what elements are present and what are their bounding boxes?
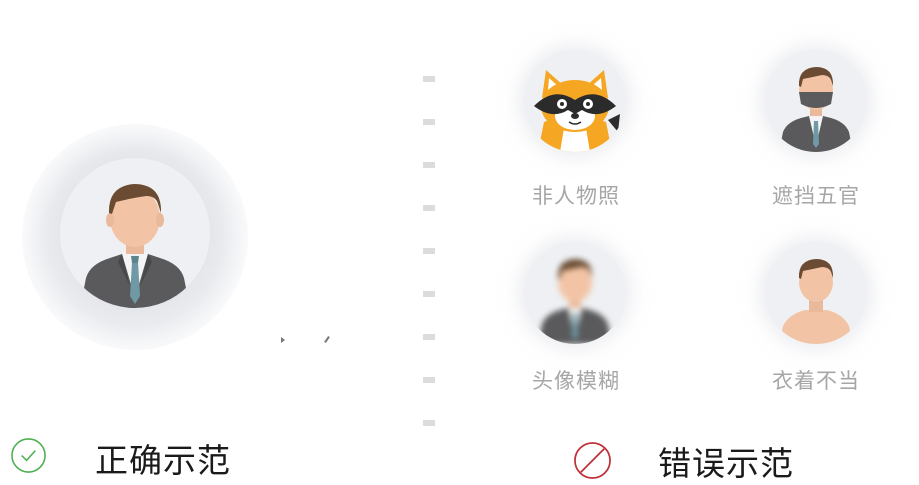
wrong-example-avatar	[765, 242, 867, 344]
correct-title: 正确示范	[95, 441, 231, 480]
divider-dash	[423, 76, 435, 82]
divider-dash	[423, 377, 435, 383]
divider-dash	[423, 162, 435, 168]
check-circle-icon	[10, 437, 47, 474]
prohibited-icon	[573, 441, 612, 480]
wrong-title: 错误示范	[658, 444, 794, 483]
wrong-example-avatar	[524, 242, 626, 344]
wrong-example-label: 衣着不当	[772, 369, 860, 393]
divider-dash	[423, 420, 435, 426]
wrong-example-avatar	[524, 50, 626, 152]
stray-mark	[281, 337, 285, 343]
shirtless-person-icon	[765, 242, 867, 344]
wrong-example-label: 非人物照	[532, 184, 620, 208]
masked-person-icon	[765, 50, 867, 152]
divider-dash	[423, 334, 435, 340]
businessman-icon	[60, 158, 210, 308]
divider-dash	[423, 119, 435, 125]
divider-dash	[423, 248, 435, 254]
wrong-example-avatar	[765, 50, 867, 152]
wrong-example-label: 头像模糊	[532, 369, 620, 393]
wrong-example-label: 遮挡五官	[772, 184, 860, 208]
divider-dash	[423, 205, 435, 211]
raccoon-cartoon-icon	[524, 50, 626, 152]
divider-dash	[423, 291, 435, 297]
blurred-person-icon	[524, 242, 626, 344]
stray-mark	[324, 336, 330, 343]
correct-avatar	[60, 158, 210, 308]
